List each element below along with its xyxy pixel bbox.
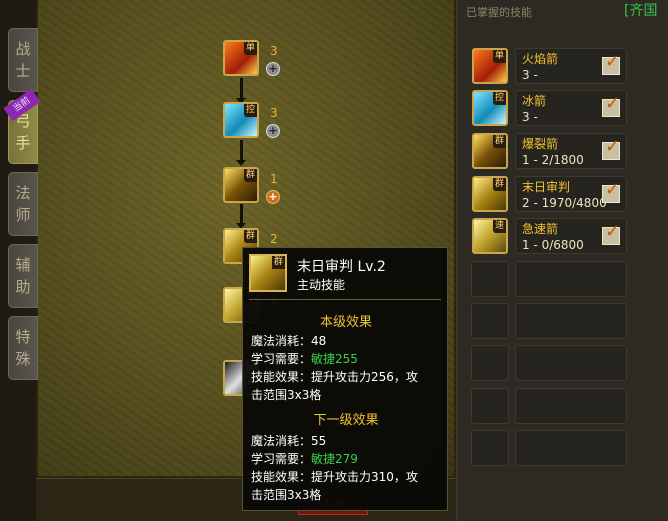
tab-support[interactable]: 辅助	[8, 244, 38, 308]
tab-warrior[interactable]: 战士	[8, 28, 38, 92]
ice-arrow-icon[interactable]: 控	[472, 90, 508, 126]
skill-type-glyph: 群	[493, 178, 506, 191]
req-value: 敏捷279	[311, 452, 358, 466]
skill-type-glyph: 群	[244, 169, 257, 182]
panel-title: 已掌握的技能	[466, 6, 532, 19]
burst-arrow-icon[interactable]: 群	[472, 133, 508, 169]
plus-icon[interactable]: +	[266, 62, 280, 76]
skill-type-glyph: 群	[493, 135, 506, 148]
skill-level: 3	[270, 106, 278, 120]
next-effect-line: 技能效果：提升攻击力310，攻	[251, 468, 418, 485]
auto-use-checkbox[interactable]	[602, 224, 620, 245]
burst-arrow-icon[interactable]: 群	[223, 167, 259, 203]
mp-label: 魔法消耗：	[251, 334, 312, 348]
rapid-arrow-icon[interactable]: 速	[472, 218, 508, 254]
doom-judgment-icon[interactable]: 群	[472, 176, 508, 212]
auto-use-checkbox[interactable]	[602, 54, 620, 75]
tab-mage[interactable]: 法师	[8, 172, 38, 236]
empty-skill-slot[interactable]	[471, 388, 509, 424]
next-mp-line: 魔法消耗：55	[251, 432, 326, 449]
req-label: 学习需要：	[251, 352, 312, 366]
empty-skill-row	[515, 261, 627, 297]
auto-use-checkbox[interactable]	[602, 182, 620, 203]
learned-skill-row[interactable]: 冰箭 3 -	[515, 90, 627, 126]
tab-archer[interactable]: 当前 弓手	[3, 88, 41, 164]
tree-arrow	[236, 160, 246, 166]
learned-skill-row[interactable]: 火焰箭 3 -	[515, 48, 627, 84]
plus-icon[interactable]: +	[266, 124, 280, 138]
fire-arrow-icon[interactable]: 单	[472, 48, 508, 84]
tab-label: 战士	[15, 40, 31, 80]
next-req-line: 学习需要：敏捷279	[251, 450, 358, 467]
plus-icon[interactable]: +	[266, 190, 280, 204]
tab-label: 法师	[15, 184, 31, 224]
ice-arrow-icon[interactable]: 控	[223, 102, 259, 138]
empty-skill-slot[interactable]	[471, 345, 509, 381]
learned-skill-row[interactable]: 急速箭 1 - 0/6800	[515, 218, 627, 254]
effect-value: 提升攻击力310，攻	[311, 470, 418, 484]
empty-skill-slot[interactable]	[471, 430, 509, 466]
tab-label: 特殊	[15, 328, 31, 368]
current-req-line: 学习需要：敏捷255	[251, 350, 358, 367]
doom-judgment-icon: 群	[249, 254, 287, 292]
skill-type-glyph: 群	[272, 256, 285, 269]
auto-use-checkbox[interactable]	[602, 96, 620, 117]
mp-value: 48	[311, 334, 327, 348]
empty-skill-slot[interactable]	[471, 303, 509, 339]
tree-connector	[240, 140, 243, 162]
next-level-header: 下一级效果	[313, 413, 379, 428]
skill-type-glyph: 群	[244, 230, 257, 243]
current-level-header: 本级效果	[319, 315, 372, 330]
effect-label: 技能效果：	[251, 470, 312, 484]
tooltip-skill-type: 主动技能	[297, 278, 346, 292]
empty-skill-row	[515, 345, 627, 381]
skill-tooltip: 群 末日审判 Lv.2 主动技能 本级效果 魔法消耗：48 学习需要：敏捷255…	[242, 247, 448, 511]
learned-skill-row[interactable]: 末日审判 2 - 1970/4800	[515, 176, 627, 212]
tooltip-divider	[249, 299, 441, 300]
skill-type-glyph: 单	[493, 50, 506, 63]
skill-type-glyph: 单	[244, 42, 257, 55]
skill-type-glyph: 速	[493, 220, 506, 233]
auto-use-checkbox[interactable]	[602, 139, 620, 160]
skill-type-glyph: 控	[493, 92, 506, 105]
skill-type-glyph: 控	[244, 104, 257, 117]
fire-arrow-icon[interactable]: 单	[223, 40, 259, 76]
current-mp-line: 魔法消耗：48	[251, 332, 326, 349]
empty-skill-row	[515, 303, 627, 339]
current-effect-line: 技能效果：提升攻击力256，攻	[251, 368, 418, 385]
effect-value: 提升攻击力256，攻	[311, 370, 418, 384]
learned-skill-row[interactable]: 爆裂箭 1 - 2/1800	[515, 133, 627, 169]
current-effect-line-2: 击范围3x3格	[251, 388, 322, 402]
mp-value: 55	[311, 434, 327, 448]
tab-label: 辅助	[15, 256, 31, 296]
req-label: 学习需要：	[251, 452, 312, 466]
faction-label: [齐国	[624, 3, 658, 19]
next-effect-line-2: 击范围3x3格	[251, 488, 322, 502]
effect-label: 技能效果：	[251, 370, 312, 384]
empty-skill-row	[515, 388, 627, 424]
tooltip-skill-name: 末日审判 Lv.2	[297, 259, 386, 275]
empty-skill-slot[interactable]	[471, 261, 509, 297]
tab-special[interactable]: 特殊	[8, 316, 38, 380]
skill-level: 3	[270, 44, 278, 58]
skill-level: 1	[270, 172, 278, 186]
empty-skill-row	[515, 430, 627, 466]
req-value: 敏捷255	[311, 352, 358, 366]
skill-level: 2	[270, 232, 278, 246]
mp-label: 魔法消耗：	[251, 434, 312, 448]
